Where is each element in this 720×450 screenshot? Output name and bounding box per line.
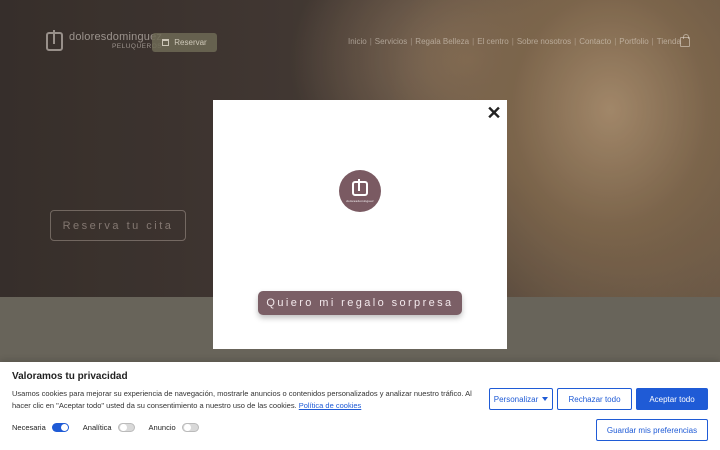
calendar-icon xyxy=(162,39,170,46)
cookie-toggles: Necesaria Analítica Anuncio xyxy=(12,423,213,432)
cookie-policy-link[interactable]: Política de cookies xyxy=(299,401,362,410)
logo-icon xyxy=(352,179,368,196)
logo-icon xyxy=(46,30,63,51)
toggle-switch[interactable] xyxy=(117,423,135,432)
site-logo[interactable]: doloresdominguez PELUQUEROS xyxy=(46,30,163,51)
book-appointment-button[interactable]: Reserva tu cita xyxy=(50,210,186,241)
toggle-switch[interactable] xyxy=(181,423,199,432)
promo-modal: ✕ doloresdominguez Quiero mi regalo sorp… xyxy=(213,100,507,349)
nav-item-servicios[interactable]: Servicios xyxy=(372,37,410,46)
cookie-description: Usamos cookies para mejorar su experienc… xyxy=(12,388,472,412)
cookie-title: Valoramos tu privacidad xyxy=(12,371,128,382)
nav-item-el-centro[interactable]: El centro xyxy=(474,37,512,46)
reject-all-button[interactable]: Rechazar todo xyxy=(557,388,632,410)
gift-button[interactable]: Quiero mi regalo sorpresa xyxy=(258,291,462,315)
close-icon[interactable]: ✕ xyxy=(481,100,507,126)
caret-down-icon xyxy=(542,397,549,401)
toggle-label: Anuncio xyxy=(148,423,176,432)
main-nav: Inicio | Servicios | Regala Belleza | El ce… xyxy=(345,37,684,46)
nav-item-sobre-nosotros[interactable]: Sobre nosotros xyxy=(514,37,574,46)
toggle-label: Necesaria xyxy=(12,423,46,432)
logo-name: doloresdominguez xyxy=(69,31,163,44)
cookie-text: Usamos cookies para mejorar su experienc… xyxy=(12,389,472,410)
shopping-bag-icon[interactable] xyxy=(680,34,690,47)
save-preferences-button[interactable]: Guardar mis preferencias xyxy=(596,419,708,441)
toggle-label: Analítica xyxy=(82,423,112,432)
brand-badge: doloresdominguez xyxy=(339,170,381,212)
accept-all-button[interactable]: Aceptar todo xyxy=(636,388,708,410)
nav-item-inicio[interactable]: Inicio xyxy=(345,37,370,46)
customize-label: Personalizar xyxy=(493,394,539,404)
badge-text: doloresdominguez xyxy=(346,199,374,203)
toggle-switch[interactable] xyxy=(51,423,69,432)
reserve-label: Reservar xyxy=(174,38,207,47)
customize-button[interactable]: Personalizar xyxy=(489,388,553,410)
reserve-button[interactable]: Reservar xyxy=(152,33,217,52)
nav-item-portfolio[interactable]: Portfolio xyxy=(616,37,651,46)
toggle-anuncio[interactable]: Anuncio xyxy=(149,423,199,432)
toggle-analitica[interactable]: Analítica xyxy=(83,423,135,432)
cookie-banner: Valoramos tu privacidad Usamos cookies p… xyxy=(0,362,720,450)
logo-subtitle: PELUQUEROS xyxy=(111,43,163,51)
toggle-necesaria[interactable]: Necesaria xyxy=(12,423,69,432)
nav-item-contacto[interactable]: Contacto xyxy=(576,37,614,46)
nav-item-regala-belleza[interactable]: Regala Belleza xyxy=(412,37,472,46)
